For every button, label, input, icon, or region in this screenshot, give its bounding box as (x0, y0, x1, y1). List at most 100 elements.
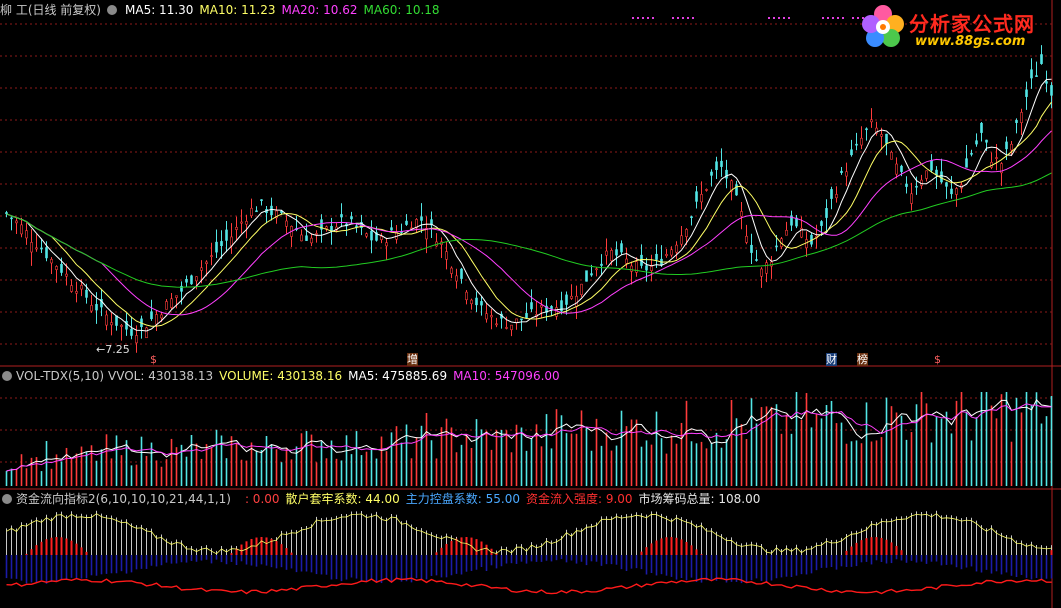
candle-body (975, 140, 978, 145)
candle-body (985, 139, 988, 143)
candle-body (890, 152, 893, 160)
candle-body (120, 324, 123, 327)
candle-body (270, 205, 273, 216)
candle-body (245, 221, 248, 225)
retail-line (6, 513, 1052, 555)
candle-body (80, 285, 83, 290)
candle-body (835, 194, 838, 199)
candle-body (15, 220, 18, 224)
flow-title: 资金流向指标2(6,10,10,10,21,44,1,1) (16, 492, 231, 506)
event-mark-dividend[interactable]: $ (150, 353, 157, 366)
candle-body (445, 251, 448, 260)
candle-body (825, 208, 828, 218)
candle-body (10, 217, 13, 220)
candle-body (65, 273, 68, 277)
event-mark-increase[interactable]: 增 (407, 353, 418, 366)
candle-body (165, 301, 168, 310)
candle-body (850, 149, 853, 156)
candle-body (230, 236, 233, 247)
candle-body (680, 235, 683, 245)
candle-body (625, 258, 628, 264)
candle-body (220, 241, 223, 247)
candle-body (740, 211, 743, 217)
event-mark-finance[interactable]: 财 (826, 353, 837, 366)
candle-body (45, 247, 48, 259)
candle-body (325, 226, 328, 229)
candle-body (705, 189, 708, 191)
candle-body (240, 221, 243, 224)
candle-body (75, 291, 78, 294)
candle-body (710, 171, 713, 176)
candle-body (365, 233, 368, 237)
flow-panel-header: 资金流向指标2(6,10,10,10,21,44,1,1): 0.00 散户套牢系… (0, 491, 766, 507)
vvol-value: VVOL: 430138.13 (108, 369, 214, 383)
candle-body (315, 233, 318, 235)
candle-body (20, 224, 23, 235)
logo-url: www.88gs.com (915, 34, 1026, 49)
site-logo[interactable]: 分析家公式网 www.88gs.com (857, 2, 1057, 52)
settings-icon[interactable] (107, 5, 117, 15)
volume-title: VOL-TDX(5,10) (16, 369, 105, 383)
candle-body (155, 314, 158, 325)
candle-body (765, 262, 768, 274)
candle-body (770, 261, 773, 267)
candle-body (585, 270, 588, 282)
chart-canvas (0, 0, 1061, 608)
volume-value: VOLUME: 430138.16 (219, 369, 343, 383)
candle-body (35, 247, 38, 250)
candle-body (50, 259, 53, 264)
candle-body (995, 157, 998, 159)
candle-body (645, 265, 648, 271)
candle-body (695, 191, 698, 202)
candle-body (900, 165, 903, 172)
candle-body (235, 227, 238, 230)
candle-body (185, 278, 188, 283)
candle-body (170, 298, 173, 308)
candle-body (670, 249, 673, 256)
candle-body (885, 133, 888, 144)
candle-body (105, 314, 108, 326)
candle-body (775, 245, 778, 248)
candle-body (1025, 89, 1028, 97)
candle-body (385, 242, 388, 247)
event-mark-ranking[interactable]: 榜 (857, 353, 868, 366)
candle-body (455, 275, 458, 282)
event-mark-dividend-2[interactable]: $ (934, 353, 941, 366)
candle-body (485, 313, 488, 320)
candle-body (460, 268, 463, 279)
candle-body (690, 216, 693, 219)
candle-body (895, 163, 898, 175)
candle-body (190, 275, 193, 285)
inflow-line (6, 577, 1052, 595)
candle-body (160, 314, 163, 319)
candle-body (30, 242, 33, 253)
candle-body (465, 291, 468, 301)
candle-body (1020, 112, 1023, 123)
fund-flow-chart (5, 510, 1053, 595)
ma60-line (6, 172, 1052, 288)
candle-body (95, 304, 98, 311)
candle-body (255, 210, 258, 213)
candle-body (855, 143, 858, 146)
candle-body (450, 267, 453, 274)
ma20-line (6, 130, 1052, 316)
candle-body (580, 283, 583, 295)
settings-icon[interactable] (2, 371, 12, 381)
candle-body (665, 254, 668, 256)
candle-body (390, 227, 393, 231)
candle-body (655, 253, 658, 260)
candle-body (525, 313, 528, 318)
candle-body (470, 299, 473, 305)
candle-body (475, 297, 478, 306)
candle-body (40, 247, 43, 250)
candle-body (260, 199, 263, 201)
settings-icon[interactable] (2, 494, 12, 504)
candle-body (1045, 81, 1048, 84)
candle-body (1030, 69, 1033, 79)
candle-body (1010, 143, 1013, 151)
candle-body (700, 194, 703, 203)
candle-body (630, 265, 633, 272)
candle-body (785, 230, 788, 236)
candle-body (865, 128, 868, 131)
candle-body (350, 216, 353, 220)
